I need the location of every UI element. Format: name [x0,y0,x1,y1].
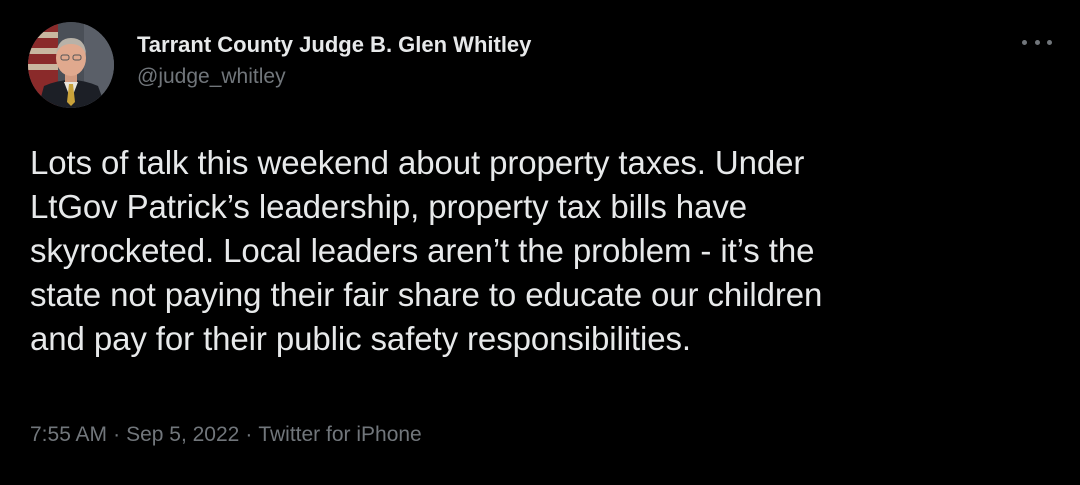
tweet-text-line: skyrocketed. Local leaders aren’t the pr… [30,232,815,269]
tweet-source[interactable]: Twitter for iPhone [258,423,421,446]
tweet-text-line: Lots of talk this weekend about property… [30,144,805,181]
author-block: Tarrant County Judge B. Glen Whitley @ju… [137,32,531,90]
author-display-name[interactable]: Tarrant County Judge B. Glen Whitley [137,32,531,58]
tweet-text-line: state not paying their fair share to edu… [30,276,823,313]
more-dot [1034,39,1040,45]
tweet-text: Lots of talk this weekend about property… [30,141,1060,361]
more-options-icon[interactable] [1022,34,1052,50]
tweet-date[interactable]: Sep 5, 2022 [126,423,239,446]
avatar-photo-icon [28,22,114,108]
tweet-text-line: and pay for their public safety responsi… [30,320,691,357]
meta-separator: · [113,423,121,446]
more-dot [1047,39,1052,45]
author-handle[interactable]: @judge_whitley [137,64,531,90]
more-dot [1022,39,1027,45]
tweet-time[interactable]: 7:55 AM [30,423,107,446]
tweet-card: Tarrant County Judge B. Glen Whitley @ju… [0,0,1080,485]
author-avatar[interactable] [28,22,114,108]
tweet-text-line: LtGov Patrick’s leadership, property tax… [30,188,747,225]
tweet-metadata: 7:55 AM · Sep 5, 2022 · Twitter for iPhone [30,421,422,449]
meta-separator: · [245,423,253,446]
